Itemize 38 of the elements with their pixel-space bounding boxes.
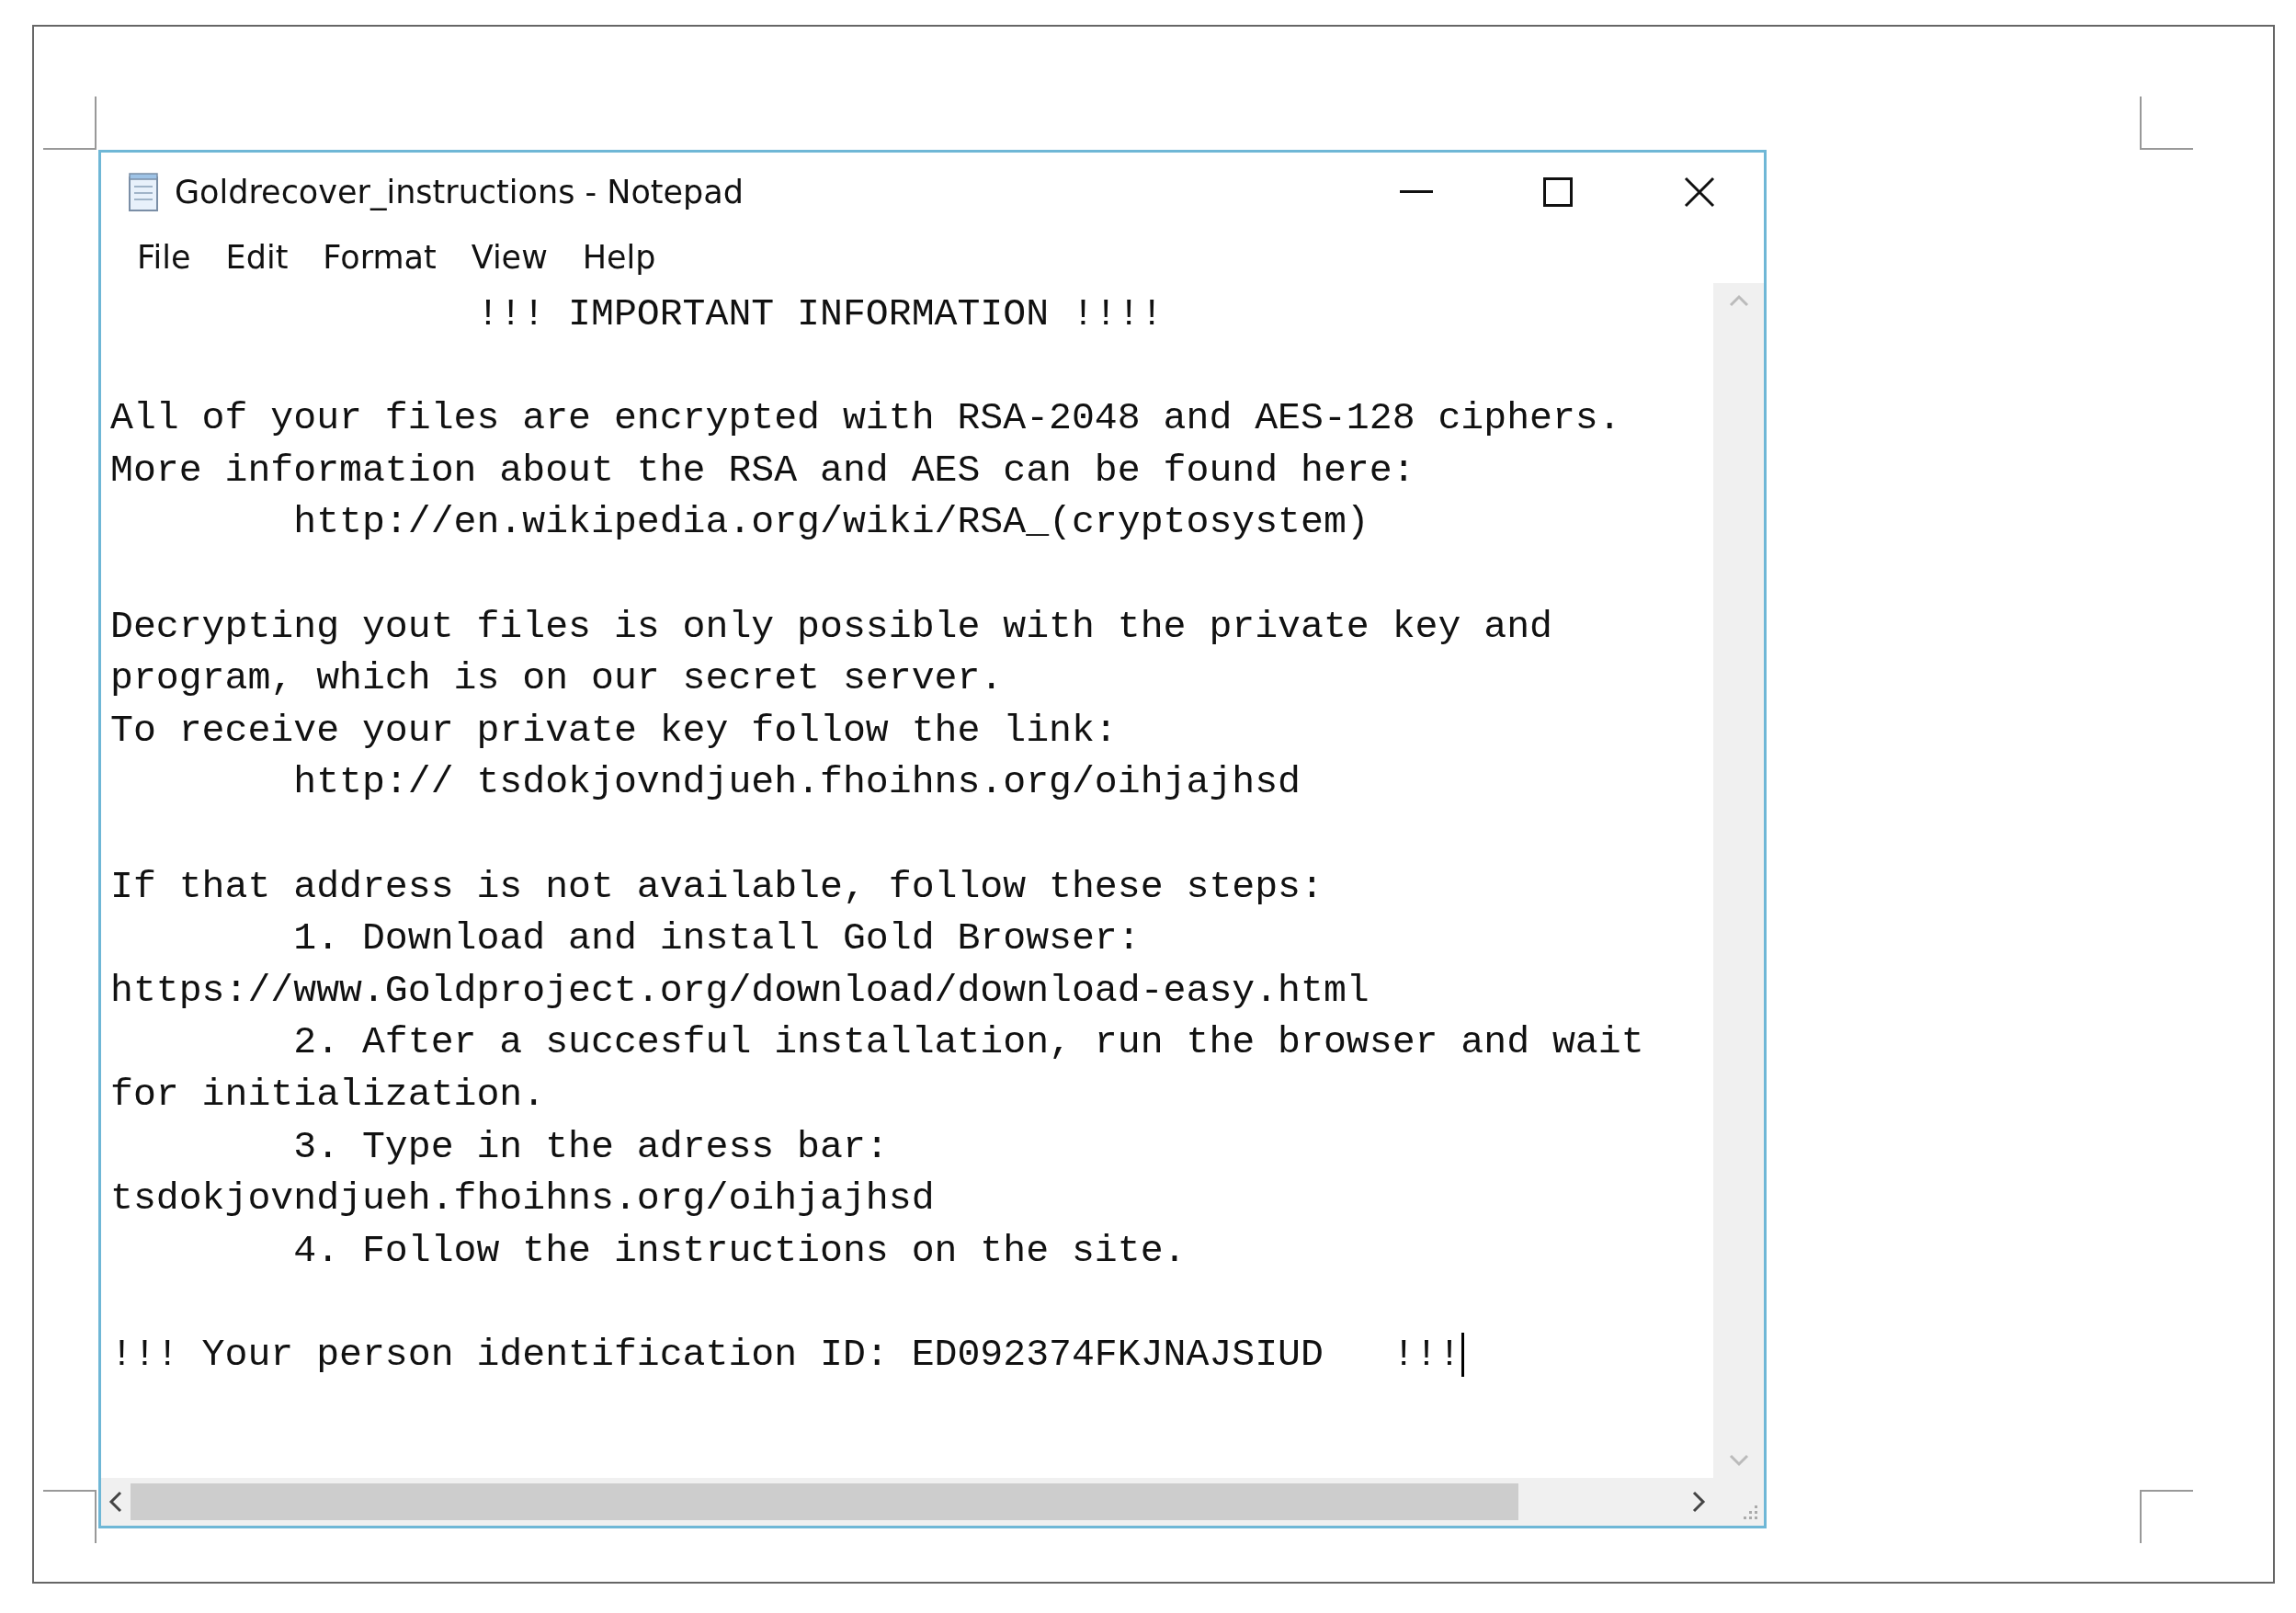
scrollbar-thumb[interactable]	[131, 1483, 1518, 1520]
text-line: tsdokjovndjueh.fhoihns.org/oihjajhsd	[110, 1176, 935, 1222]
menu-item[interactable]: Format	[305, 235, 454, 279]
text-line: 1. Download and install Gold Browser:	[292, 915, 1141, 962]
text-line: 4. Follow the instructions on the site.	[292, 1227, 1187, 1274]
horizontal-scrollbar[interactable]	[101, 1478, 1713, 1526]
maximize-icon	[1543, 177, 1573, 207]
text-line: More information about the RSA and AES can be found here:	[110, 447, 1415, 494]
text-line: https://www.Goldproject.org/download/download-easy.html	[110, 967, 1370, 1014]
scroll-down-icon[interactable]	[1728, 1454, 1749, 1467]
text-line: To receive your private key follow the link:	[110, 707, 1118, 754]
menu-item[interactable]: Help	[564, 235, 674, 279]
scroll-right-icon[interactable]	[1691, 1491, 1706, 1513]
text-line: !!! IMPORTANT INFORMATION !!!!	[475, 291, 1164, 337]
text-line: If that address is not available, follow these steps:	[110, 863, 1324, 910]
scroll-left-icon[interactable]	[108, 1491, 123, 1513]
text-line: 3. Type in the adress bar:	[292, 1123, 889, 1170]
text-line: for initialization.	[110, 1071, 546, 1118]
menu-item[interactable]: View	[453, 235, 565, 279]
text-line: All of your files are encrypted with RSA-2048 and AES-128 ciphers.	[110, 395, 1621, 442]
text-line: 2. After a succesful installation, run the browser and wait	[292, 1019, 1644, 1066]
text-line: Decrypting yout files is only possible with the private key and	[110, 603, 1552, 650]
text-line: !!! Your person identification ID: ED092374FKJNAJSIUD !!!	[110, 1331, 1461, 1378]
menu-item[interactable]: File	[119, 235, 209, 279]
scroll-up-icon[interactable]	[1728, 294, 1749, 307]
crop-mark	[43, 1490, 97, 1543]
text-line: program, which is on our secret server.	[110, 655, 1004, 702]
window-title: Goldrecover_instructions - Notepad	[175, 174, 744, 210]
text-caret	[1461, 1333, 1465, 1378]
crop-mark	[2140, 1490, 2193, 1543]
crop-mark	[43, 97, 97, 150]
menu-item[interactable]: Edit	[208, 235, 306, 279]
vertical-scrollbar[interactable]	[1713, 283, 1764, 1478]
crop-mark	[2140, 97, 2193, 150]
close-icon	[1684, 176, 1715, 208]
minimize-icon	[1400, 190, 1433, 194]
text-line: http:// tsdokjovndjueh.fhoihns.org/oihjajhsd	[292, 759, 1301, 806]
text-line: http://en.wikipedia.org/wiki/RSA_(cryptosystem)	[292, 499, 1370, 546]
